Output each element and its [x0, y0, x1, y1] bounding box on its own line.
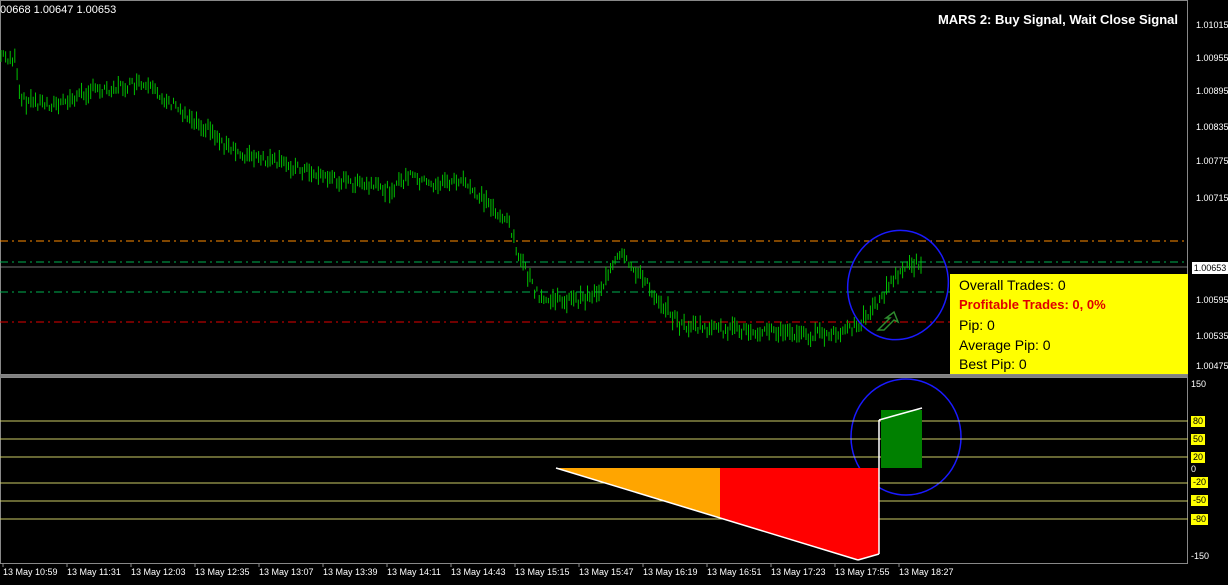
signal-status: MARS 2: Buy Signal, Wait Close Signal: [937, 12, 1178, 27]
price-tick: 1.01015: [1196, 20, 1228, 30]
level-tag: 50: [1191, 434, 1206, 445]
price-tick: 1.00595: [1196, 295, 1228, 305]
price-tick: 1.00715: [1196, 193, 1228, 203]
price-bars: [0, 48, 922, 347]
level-tag: -20: [1191, 477, 1209, 488]
time-label: 13 May 12:35: [195, 567, 250, 577]
indicator-min: -150: [1191, 551, 1210, 561]
indicator-zero: 0: [1191, 464, 1197, 474]
stats-panel: Overall Trades: 0 Profitable Trades: 0, …: [950, 274, 1188, 374]
time-label: 13 May 11:31: [67, 567, 121, 577]
time-label: 13 May 17:55: [835, 567, 890, 577]
level-tag: -50: [1191, 495, 1209, 506]
price-tick: 1.00535: [1196, 331, 1228, 341]
time-label: 13 May 17:23: [771, 567, 826, 577]
time-label: 13 May 16:51: [707, 567, 762, 577]
level-tag: -80: [1191, 514, 1209, 525]
time-label: 13 May 13:07: [259, 567, 314, 577]
time-label: 13 May 14:43: [451, 567, 506, 577]
level-tag: 20: [1191, 452, 1206, 463]
time-label: 13 May 15:47: [579, 567, 634, 577]
time-label: 13 May 15:15: [515, 567, 570, 577]
price-tick: 1.00955: [1196, 53, 1228, 63]
indicator-green-bar: [881, 410, 922, 468]
current-price-label: 1.00653: [1192, 262, 1228, 274]
level-tag: 80: [1191, 416, 1206, 427]
time-label: 13 May 18:27: [899, 567, 954, 577]
annotation-circle-price: [846, 229, 950, 341]
buy-arrow-icon: [876, 310, 900, 331]
profitable-trades: Profitable Trades: 0, 0%: [959, 297, 1106, 312]
price-tick: 1.00475: [1196, 361, 1228, 371]
ohlc-readout: 00668 1.00647 1.00653: [0, 4, 117, 16]
best-pip: Best Pip: 0: [959, 356, 1027, 372]
time-label: 13 May 12:03: [131, 567, 186, 577]
price-tick: 1.00895: [1196, 86, 1228, 96]
time-label: 13 May 13:39: [323, 567, 378, 577]
time-label: 13 May 14:11: [387, 567, 441, 577]
price-tick: 1.00835: [1196, 122, 1228, 132]
average-pip: Average Pip: 0: [959, 337, 1051, 353]
indicator-red-area: [720, 468, 879, 560]
pip-value: Pip: 0: [959, 317, 995, 333]
overall-trades: Overall Trades: 0: [959, 277, 1066, 293]
time-label: 13 May 16:19: [643, 567, 698, 577]
price-tick: 1.00775: [1196, 156, 1228, 166]
indicator-max: 150: [1191, 379, 1207, 389]
time-label: 13 May 10:59: [3, 567, 58, 577]
